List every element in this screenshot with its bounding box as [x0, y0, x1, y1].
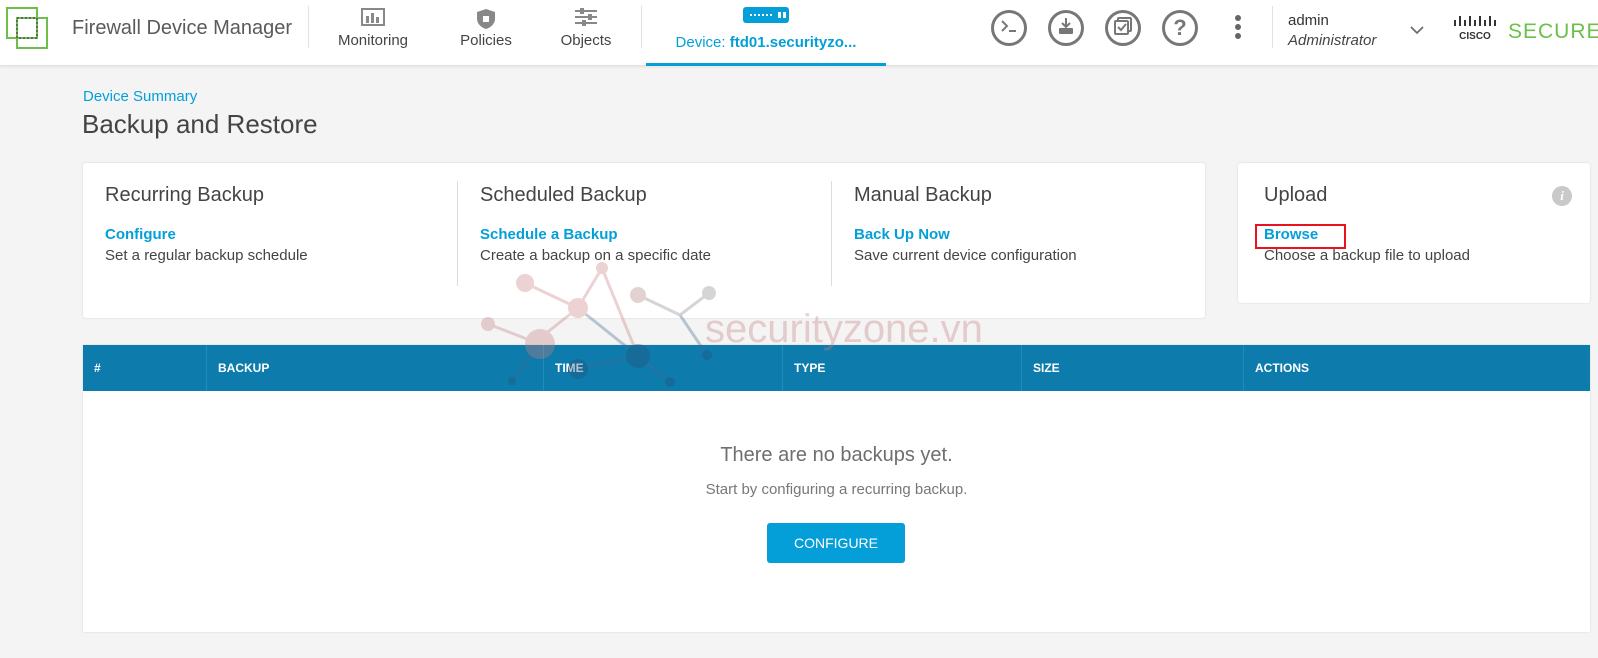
backup-options-card: Recurring Backup Configure Set a regular…	[83, 163, 1205, 318]
user-name: admin	[1288, 12, 1329, 29]
recurring-backup-desc: Set a regular backup schedule	[105, 247, 308, 264]
column-header-type: TYPE	[782, 345, 1021, 391]
manual-backup-title: Manual Backup	[854, 184, 992, 206]
top-navigation-bar: Firewall Device Manager Monitoring Polic…	[0, 0, 1598, 66]
task-list-icon	[1114, 16, 1132, 40]
info-icon[interactable]: i	[1552, 186, 1572, 206]
nav-objects-label: Objects	[560, 32, 612, 49]
user-menu[interactable]: admin Administrator	[1288, 12, 1376, 49]
column-header-time: TIME	[543, 345, 782, 391]
nav-policies-label: Policies	[460, 32, 512, 49]
schedule-a-backup-link[interactable]: Schedule a Backup	[480, 226, 618, 243]
objects-icon	[553, 0, 619, 30]
cli-console-button[interactable]	[991, 10, 1027, 46]
divider	[641, 6, 642, 48]
policies-icon	[451, 0, 521, 30]
divider	[1272, 6, 1273, 48]
column-header-size: SIZE	[1021, 345, 1243, 391]
cisco-wordmark: CISCO	[1459, 31, 1491, 42]
cisco-logo: CISCO	[1452, 14, 1498, 47]
manual-backup-desc: Save current device configuration	[854, 247, 1077, 264]
divider	[457, 181, 458, 286]
divider	[831, 181, 832, 286]
nav-objects[interactable]: Objects	[553, 0, 619, 62]
configure-link[interactable]: Configure	[105, 226, 176, 243]
app-title: Firewall Device Manager	[72, 17, 293, 39]
scheduled-backup-title: Scheduled Backup	[480, 184, 647, 206]
secure-wordmark: SECURE	[1508, 20, 1598, 43]
highlight-box	[1255, 224, 1346, 249]
table-header: # BACKUP TIME TYPE SIZE ACTIONS	[83, 345, 1590, 391]
column-header-number: #	[94, 361, 101, 375]
backups-table: # BACKUP TIME TYPE SIZE ACTIONS There ar…	[83, 345, 1590, 632]
upload-desc: Choose a backup file to upload	[1264, 247, 1470, 264]
divider	[308, 6, 309, 48]
page-title: Backup and Restore	[82, 109, 318, 139]
more-options-icon[interactable]	[1233, 15, 1243, 43]
configure-button[interactable]: CONFIGURE	[767, 523, 905, 563]
cli-console-icon	[1000, 19, 1018, 38]
deploy-icon	[1057, 17, 1075, 40]
nav-monitoring-label: Monitoring	[337, 32, 409, 49]
fdm-logo-icon	[6, 7, 48, 49]
device-label: Device: ftd01.securityzo...	[646, 34, 886, 51]
help-icon: ?	[1173, 15, 1187, 40]
device-name: ftd01.securityzo...	[729, 34, 857, 51]
upload-title: Upload	[1264, 184, 1328, 206]
empty-state-subtitle: Start by configuring a recurring backup.	[705, 481, 968, 498]
user-role: Administrator	[1288, 32, 1377, 49]
column-header-backup: BACKUP	[206, 345, 543, 391]
scheduled-backup-desc: Create a backup on a specific date	[480, 247, 711, 264]
monitoring-icon	[333, 0, 413, 30]
back-up-now-link[interactable]: Back Up Now	[854, 226, 950, 243]
nav-policies[interactable]: Policies	[451, 0, 521, 62]
deploy-button[interactable]	[1048, 10, 1084, 46]
breadcrumb-device-summary[interactable]: Device Summary	[83, 88, 197, 105]
chevron-down-icon[interactable]	[1410, 22, 1424, 40]
upload-card: Upload Browse Choose a backup file to up…	[1238, 163, 1590, 303]
empty-state-title: There are no backups yet.	[720, 444, 953, 466]
help-button[interactable]: ?	[1162, 10, 1198, 46]
nav-monitoring[interactable]: Monitoring	[333, 0, 413, 62]
device-icon	[646, 0, 886, 30]
device-prefix: Device:	[675, 34, 730, 51]
task-list-button[interactable]	[1105, 10, 1141, 46]
column-header-actions: ACTIONS	[1243, 345, 1590, 391]
recurring-backup-title: Recurring Backup	[105, 184, 264, 206]
nav-device[interactable]: Device: ftd01.securityzo...	[646, 0, 886, 66]
